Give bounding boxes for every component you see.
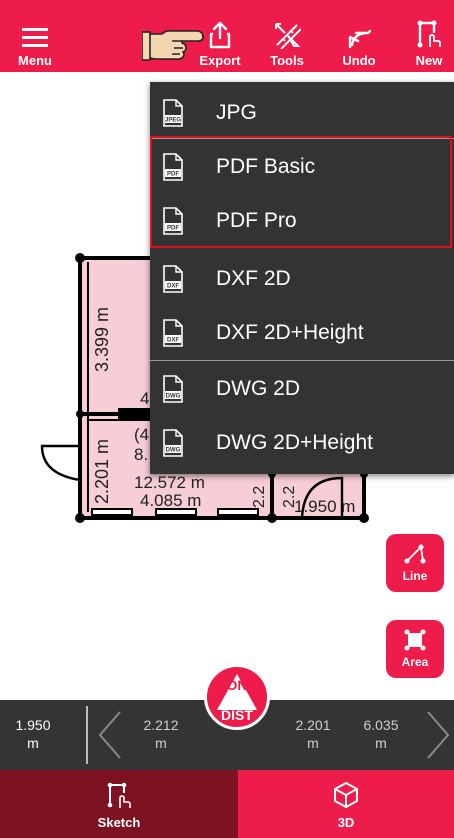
export-button[interactable]: Export — [196, 0, 244, 72]
menu-divider — [150, 138, 454, 139]
menu-item-dxf-2d-height[interactable]: DXF DXF 2D+Height — [150, 306, 454, 360]
dxf-file-icon: DXF — [163, 319, 183, 347]
share-export-icon — [209, 21, 231, 49]
menu-item-label: JPG — [216, 101, 257, 124]
menu-label: Menu — [18, 53, 52, 68]
current-value: 1.950 — [15, 717, 51, 733]
line-tool-button[interactable]: Line — [386, 534, 444, 592]
tab-sketch[interactable]: Sketch — [0, 770, 238, 838]
menu-divider — [150, 360, 454, 361]
menu-item-label: DWG 2D — [216, 377, 300, 400]
room-area-text: 12.572 m — [134, 473, 205, 492]
svg-text:DXF: DXF — [167, 284, 179, 290]
small-dim-text: 2.2 — [251, 486, 268, 508]
three-d-label: 3D — [337, 815, 355, 830]
sketch-icon — [107, 782, 131, 808]
menu-item-label: DWG 2D+Height — [216, 431, 373, 454]
new-button[interactable]: New — [404, 0, 454, 72]
undo-button[interactable]: Undo — [334, 0, 384, 72]
wall-segment — [118, 408, 152, 420]
top-toolbar: Menu Export Tools Undo New — [0, 0, 454, 72]
svg-text:JPEG: JPEG — [165, 118, 181, 124]
export-menu: JPEG JPG PDF PDF Basic PDF PDF Pro DXF D… — [150, 82, 454, 474]
area-tool-icon — [404, 629, 426, 651]
dwg-file-icon: DWG — [163, 429, 183, 457]
current-unit: m — [27, 735, 39, 751]
dim-lower-room: 2.201 m — [92, 439, 112, 504]
pdf-file-icon: PDF — [163, 153, 183, 181]
menu-item-jpg[interactable]: JPEG JPG — [150, 86, 454, 140]
bottom-navigation: Sketch 3D — [0, 770, 454, 838]
chevron-right-icon[interactable] — [424, 710, 452, 760]
tools-label: Tools — [270, 53, 304, 68]
menu-item-label: PDF Basic — [216, 155, 316, 178]
room-fragment-c: 8. — [134, 445, 148, 464]
pencil-ruler-icon — [275, 23, 301, 49]
undo-arrow-icon — [348, 29, 372, 49]
room-width-text: 4.085 m — [140, 491, 201, 510]
hamburger-icon — [22, 28, 48, 47]
sketch-label: Sketch — [97, 815, 141, 830]
measurement-item[interactable]: 2.212 m — [134, 716, 188, 752]
dist-line2: DIST — [221, 707, 253, 723]
tools-button[interactable]: Tools — [262, 0, 312, 72]
menu-item-label: DXF 2D+Height — [216, 321, 364, 344]
dwg-file-icon: DWG — [163, 375, 183, 403]
svg-text:PDF: PDF — [167, 226, 179, 232]
window-3 — [217, 508, 259, 516]
current-measurement[interactable]: 1.950 m — [6, 716, 60, 752]
menu-item-pdf-basic[interactable]: PDF PDF Basic — [150, 140, 454, 194]
tab-3d[interactable]: 3D — [238, 770, 454, 838]
menu-item-dwg-2d-height[interactable]: DWG DWG 2D+Height — [150, 416, 454, 470]
area-label: Area — [401, 655, 429, 669]
jpeg-file-icon: JPEG — [163, 99, 183, 127]
export-label: Export — [199, 53, 241, 68]
cube-icon — [334, 782, 358, 808]
new-label: New — [415, 53, 443, 68]
menu-item-label: DXF 2D — [216, 267, 291, 290]
door-swing-left — [40, 444, 81, 482]
room-fragment-a: 4 — [140, 389, 149, 408]
separator — [86, 706, 88, 764]
measurement-item[interactable]: 2.201 m — [286, 716, 340, 752]
pointing-hand-icon — [142, 30, 204, 61]
svg-text:DWG: DWG — [166, 448, 181, 454]
svg-text:DWG: DWG — [166, 394, 181, 400]
dist-line1: ON — [226, 677, 248, 693]
svg-text:PDF: PDF — [167, 172, 179, 178]
line-tool-icon — [404, 544, 426, 564]
menu-item-label: PDF Pro — [216, 209, 297, 232]
room-fragment-b: (4 — [134, 425, 149, 444]
area-tool-button[interactable]: Area — [386, 620, 444, 678]
svg-text:DXF: DXF — [167, 338, 179, 344]
measurement-item[interactable]: 6.035 m — [354, 716, 408, 752]
new-sketch-icon — [417, 20, 441, 48]
dim-top-room: 3.399 m — [92, 307, 112, 372]
line-label: Line — [402, 569, 428, 583]
menu-item-dwg-2d[interactable]: DWG DWG 2D — [150, 362, 454, 416]
on-dist-button[interactable]: ON DIST — [204, 664, 270, 730]
chevron-left-icon[interactable] — [96, 710, 124, 760]
menu-button[interactable]: Menu — [0, 0, 70, 72]
door-width-text: 1.950 m — [294, 497, 355, 516]
window-1 — [91, 508, 133, 516]
menu-item-dxf-2d[interactable]: DXF DXF 2D — [150, 252, 454, 306]
dxf-file-icon: DXF — [163, 265, 183, 293]
undo-label: Undo — [342, 53, 376, 68]
pdf-file-icon: PDF — [163, 207, 183, 235]
menu-item-pdf-pro[interactable]: PDF PDF Pro — [150, 194, 454, 248]
